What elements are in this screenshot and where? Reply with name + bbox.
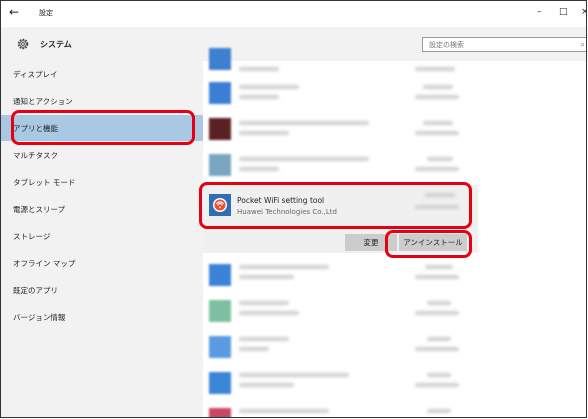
list-item[interactable] bbox=[203, 329, 586, 365]
sidebar-item-label: ストレージ bbox=[13, 232, 51, 241]
highlight-frame-app bbox=[199, 182, 472, 229]
maximize-button[interactable]: □ bbox=[559, 7, 568, 17]
gear-icon bbox=[17, 38, 29, 50]
app-icon bbox=[209, 154, 231, 176]
sidebar-item-default-apps[interactable]: 既定のアプリ bbox=[1, 277, 203, 303]
app-icon bbox=[209, 372, 231, 394]
sidebar-item-offline-maps[interactable]: オフライン マップ bbox=[1, 250, 203, 276]
list-item[interactable] bbox=[203, 365, 586, 401]
sidebar-item-label: ディスプレイ bbox=[13, 70, 58, 79]
back-button[interactable]: ← bbox=[9, 5, 19, 19]
sidebar-item-power[interactable]: 電源とスリープ bbox=[1, 196, 203, 222]
list-item[interactable] bbox=[203, 401, 586, 417]
app-icon bbox=[209, 300, 231, 322]
window-title: 設定 bbox=[39, 9, 53, 17]
app-icon bbox=[209, 48, 231, 70]
page-title: システム bbox=[40, 40, 72, 49]
app-icon bbox=[209, 264, 231, 286]
highlight-frame-uninstall bbox=[385, 230, 472, 258]
sidebar-item-label: 電源とスリープ bbox=[13, 205, 66, 214]
sidebar-item-tablet-mode[interactable]: タブレット モード bbox=[1, 169, 203, 195]
title-bar: ← 設定 – □ × bbox=[1, 1, 586, 27]
list-item[interactable] bbox=[203, 75, 586, 111]
sidebar-item-display[interactable]: ディスプレイ bbox=[1, 61, 203, 87]
close-button[interactable]: × bbox=[581, 7, 586, 17]
list-item[interactable] bbox=[203, 293, 586, 329]
sidebar-item-label: オフライン マップ bbox=[13, 259, 76, 268]
list-item[interactable] bbox=[203, 41, 586, 77]
sidebar-item-label: タブレット モード bbox=[13, 178, 76, 187]
sidebar-item-multitask[interactable]: マルチタスク bbox=[1, 142, 203, 168]
settings-window: ← 設定 – □ × システム 設定の検索 ⌕ ディスプレイ 通知とアクション … bbox=[0, 0, 587, 418]
app-icon bbox=[209, 118, 231, 140]
sidebar-item-about[interactable]: バージョン情報 bbox=[1, 304, 203, 330]
sidebar-item-label: バージョン情報 bbox=[13, 313, 66, 322]
list-item[interactable] bbox=[203, 257, 586, 293]
app-icon bbox=[209, 82, 231, 104]
sidebar-item-label: 通知とアクション bbox=[13, 97, 73, 106]
minimize-button[interactable]: – bbox=[537, 7, 542, 17]
sidebar-item-label: 既定のアプリ bbox=[13, 286, 58, 295]
app-icon bbox=[209, 408, 231, 417]
list-item[interactable] bbox=[203, 147, 586, 183]
highlight-frame-sidebar bbox=[11, 110, 195, 145]
sidebar-item-label: マルチタスク bbox=[13, 151, 58, 160]
app-icon bbox=[209, 336, 231, 358]
sidebar-item-storage[interactable]: ストレージ bbox=[1, 223, 203, 249]
list-item[interactable] bbox=[203, 111, 586, 147]
